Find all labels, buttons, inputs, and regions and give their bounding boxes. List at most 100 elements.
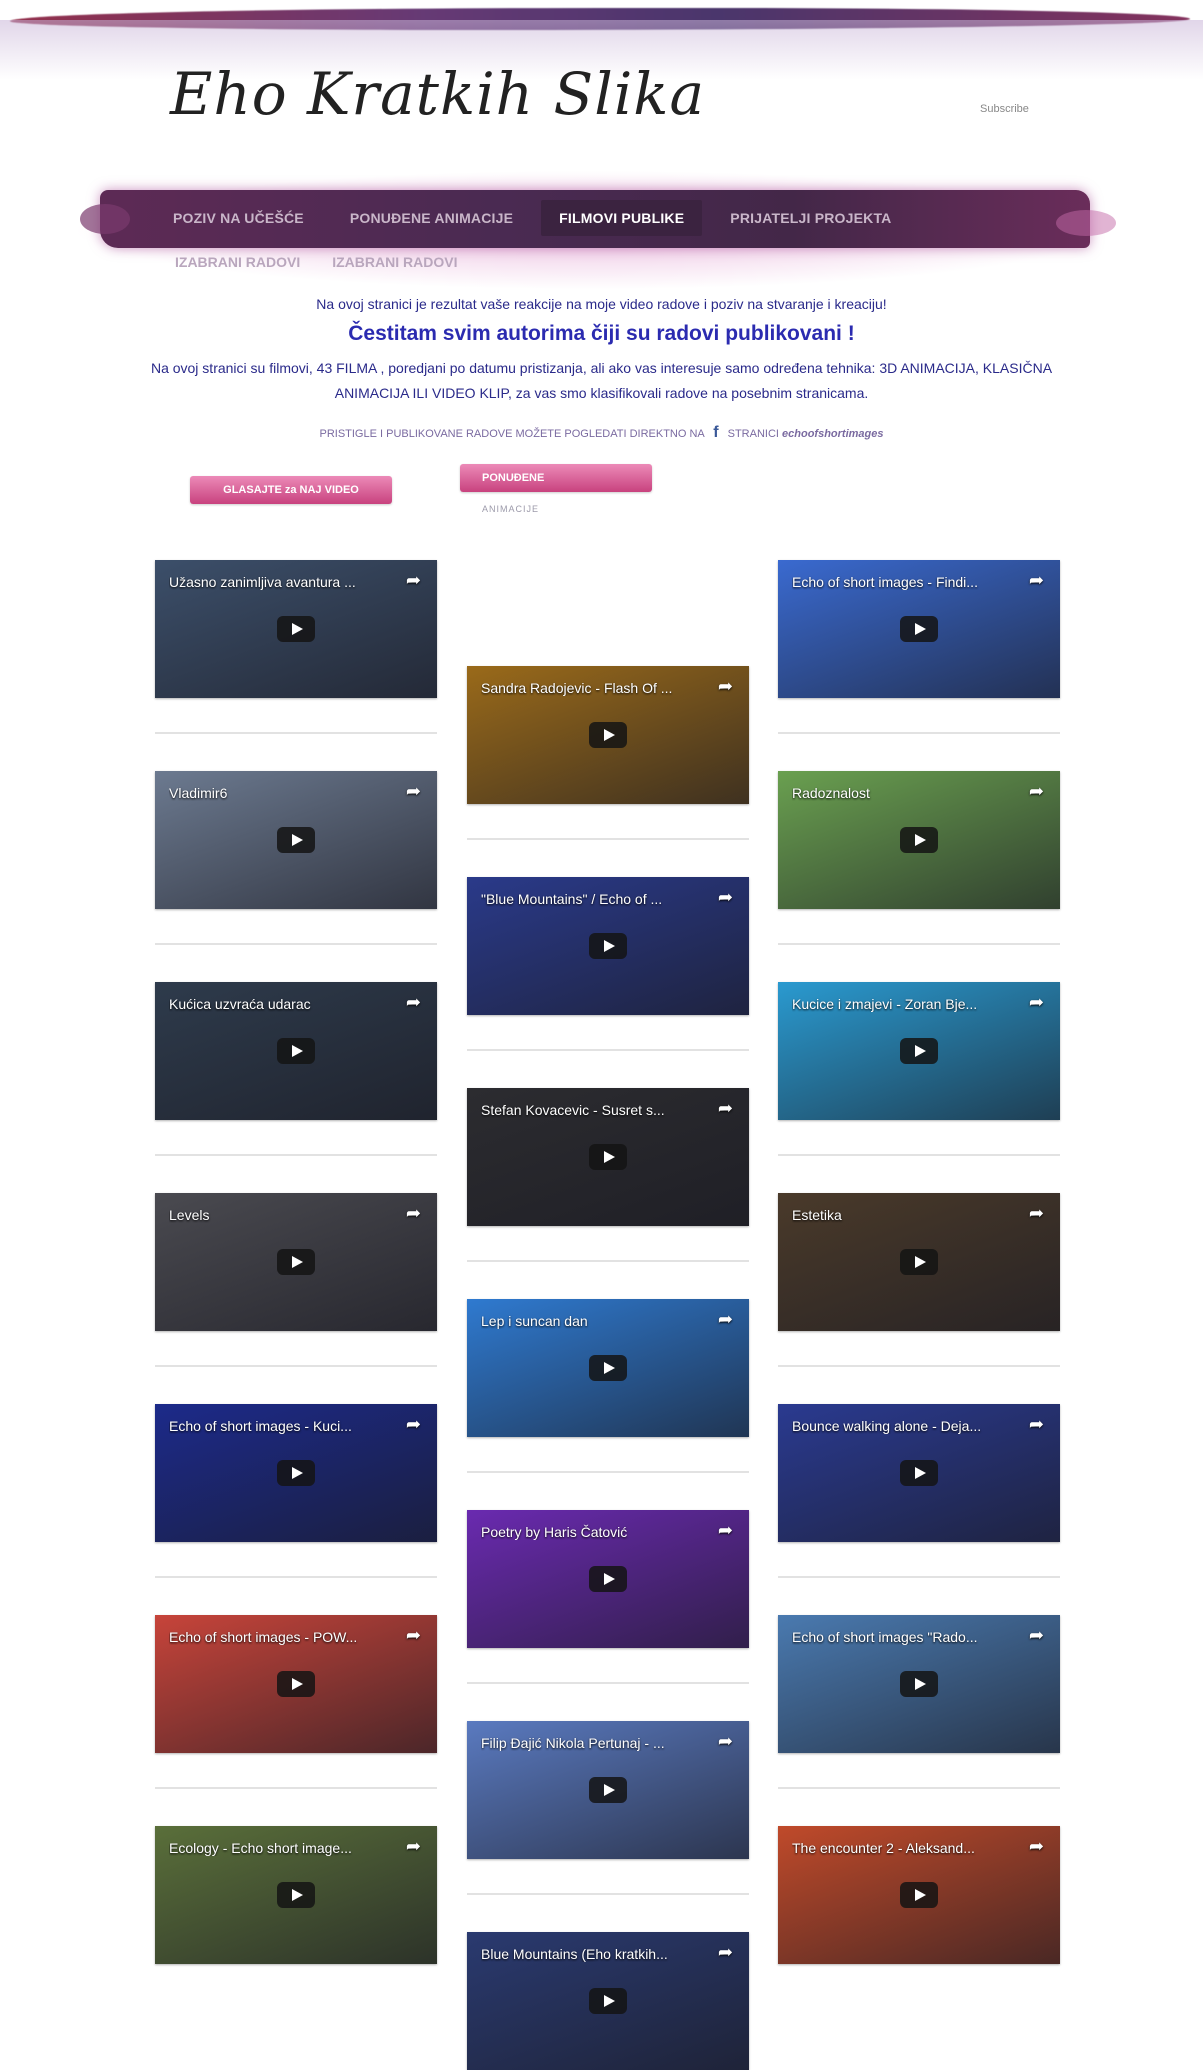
video-title[interactable]: Bounce walking alone - Deja... bbox=[792, 1418, 1010, 1434]
video-title[interactable]: Echo of short images - POW... bbox=[169, 1629, 387, 1645]
video-card[interactable]: Levels ➦ bbox=[155, 1193, 437, 1331]
subscribe-link[interactable]: Subscribe bbox=[980, 103, 1029, 115]
nav-item-call-for-participation[interactable]: POZIV NA UČEŠĆE bbox=[155, 200, 322, 236]
video-card[interactable]: Ecology - Echo short image... ➦ bbox=[155, 1826, 437, 1964]
video-title[interactable]: Poetry by Haris Čatović bbox=[481, 1524, 699, 1540]
play-icon[interactable] bbox=[277, 1882, 315, 1908]
card-divider bbox=[778, 732, 1060, 734]
play-icon[interactable] bbox=[589, 1777, 627, 1803]
video-title[interactable]: Užasno zanimljiva avantura ... bbox=[169, 574, 387, 590]
share-icon[interactable]: ➦ bbox=[718, 1098, 733, 1119]
play-icon[interactable] bbox=[900, 1249, 938, 1275]
share-icon[interactable]: ➦ bbox=[718, 1309, 733, 1330]
facebook-icon[interactable]: f bbox=[707, 424, 724, 441]
nav-item-offered-animations[interactable]: PONUĐENE ANIMACIJE bbox=[332, 200, 531, 236]
video-title[interactable]: Ecology - Echo short image... bbox=[169, 1840, 387, 1856]
video-title[interactable]: Kucice i zmajevi - Zoran Bje... bbox=[792, 996, 1010, 1012]
play-icon[interactable] bbox=[589, 722, 627, 748]
video-title[interactable]: Vladimir6 bbox=[169, 785, 387, 801]
video-title[interactable]: Stefan Kovacevic - Susret s... bbox=[481, 1102, 699, 1118]
play-icon[interactable] bbox=[589, 1988, 627, 2014]
share-icon[interactable]: ➦ bbox=[1029, 1414, 1044, 1435]
video-card[interactable]: Stefan Kovacevic - Susret s... ➦ bbox=[467, 1088, 749, 1226]
site-title[interactable]: Eho Kratkih Slika bbox=[170, 60, 705, 128]
play-icon[interactable] bbox=[589, 933, 627, 959]
video-title[interactable]: Estetika bbox=[792, 1207, 1010, 1223]
video-card[interactable]: Sandra Radojevic - Flash Of ... ➦ bbox=[467, 666, 749, 804]
vote-best-video-button[interactable]: GLASAJTE za NAJ VIDEO bbox=[190, 476, 392, 504]
video-title[interactable]: Echo of short images - Findi... bbox=[792, 574, 1010, 590]
play-icon[interactable] bbox=[589, 1144, 627, 1170]
video-title[interactable]: Echo of short images - Kuci... bbox=[169, 1418, 387, 1434]
video-card[interactable]: The encounter 2 - Aleksand... ➦ bbox=[778, 1826, 1060, 1964]
share-icon[interactable]: ➦ bbox=[406, 570, 421, 591]
share-icon[interactable]: ➦ bbox=[718, 887, 733, 908]
video-card[interactable]: Vladimir6 ➦ bbox=[155, 771, 437, 909]
play-icon[interactable] bbox=[277, 1671, 315, 1697]
share-icon[interactable]: ➦ bbox=[1029, 992, 1044, 1013]
play-icon[interactable] bbox=[589, 1566, 627, 1592]
share-icon[interactable]: ➦ bbox=[406, 1414, 421, 1435]
share-icon[interactable]: ➦ bbox=[406, 1836, 421, 1857]
share-icon[interactable]: ➦ bbox=[718, 676, 733, 697]
video-card[interactable]: Kućica uzvraća udarac ➦ bbox=[155, 982, 437, 1120]
video-card[interactable]: Blue Mountains (Eho kratkih... ➦ bbox=[467, 1932, 749, 2070]
video-card[interactable]: Filip Đajić Nikola Pertunaj - ... ➦ bbox=[467, 1721, 749, 1859]
video-title[interactable]: Filip Đajić Nikola Pertunaj - ... bbox=[481, 1735, 699, 1751]
share-icon[interactable]: ➦ bbox=[1029, 1836, 1044, 1857]
video-card[interactable]: Echo of short images - Kuci... ➦ bbox=[155, 1404, 437, 1542]
video-card[interactable]: Radoznalost ➦ bbox=[778, 771, 1060, 909]
card-divider bbox=[467, 1471, 749, 1473]
video-card[interactable]: Lep i suncan dan ➦ bbox=[467, 1299, 749, 1437]
share-icon[interactable]: ➦ bbox=[406, 781, 421, 802]
offered-animations-button[interactable]: PONUĐENE bbox=[460, 464, 652, 492]
video-card[interactable]: "Blue Mountains" / Echo of ... ➦ bbox=[467, 877, 749, 1015]
video-title[interactable]: Radoznalost bbox=[792, 785, 1010, 801]
card-divider bbox=[778, 1365, 1060, 1367]
share-icon[interactable]: ➦ bbox=[406, 1625, 421, 1646]
share-icon[interactable]: ➦ bbox=[718, 1731, 733, 1752]
video-title[interactable]: Kućica uzvraća udarac bbox=[169, 996, 387, 1012]
share-icon[interactable]: ➦ bbox=[1029, 1625, 1044, 1646]
share-icon[interactable]: ➦ bbox=[406, 992, 421, 1013]
share-icon[interactable]: ➦ bbox=[406, 1203, 421, 1224]
video-card[interactable]: Echo of short images "Rado... ➦ bbox=[778, 1615, 1060, 1753]
play-icon[interactable] bbox=[277, 827, 315, 853]
play-icon[interactable] bbox=[900, 1460, 938, 1486]
play-icon[interactable] bbox=[900, 1671, 938, 1697]
play-icon[interactable] bbox=[277, 616, 315, 642]
card-divider bbox=[778, 1576, 1060, 1578]
video-title[interactable]: Echo of short images "Rado... bbox=[792, 1629, 1010, 1645]
video-card[interactable]: Poetry by Haris Čatović ➦ bbox=[467, 1510, 749, 1648]
facebook-page-link[interactable]: echoofshortimages bbox=[782, 428, 883, 440]
card-divider bbox=[467, 1049, 749, 1051]
play-icon[interactable] bbox=[900, 827, 938, 853]
video-title[interactable]: The encounter 2 - Aleksand... bbox=[792, 1840, 1010, 1856]
video-card[interactable]: Kucice i zmajevi - Zoran Bje... ➦ bbox=[778, 982, 1060, 1120]
nav-item-audience-films[interactable]: FILMOVI PUBLIKE bbox=[541, 200, 703, 236]
play-icon[interactable] bbox=[900, 616, 938, 642]
play-icon[interactable] bbox=[900, 1038, 938, 1064]
share-icon[interactable]: ➦ bbox=[1029, 570, 1044, 591]
play-icon[interactable] bbox=[277, 1038, 315, 1064]
play-icon[interactable] bbox=[900, 1882, 938, 1908]
nav-item-project-friends[interactable]: PRIJATELJI PROJEKTA bbox=[712, 200, 909, 236]
video-title[interactable]: "Blue Mountains" / Echo of ... bbox=[481, 891, 699, 907]
video-card[interactable]: Echo of short images - POW... ➦ bbox=[155, 1615, 437, 1753]
subnav-item-selected-works-1[interactable]: IZABRANI RADOVI bbox=[175, 254, 300, 270]
share-icon[interactable]: ➦ bbox=[1029, 1203, 1044, 1224]
play-icon[interactable] bbox=[277, 1249, 315, 1275]
video-card[interactable]: Estetika ➦ bbox=[778, 1193, 1060, 1331]
video-card[interactable]: Užasno zanimljiva avantura ... ➦ bbox=[155, 560, 437, 698]
video-title[interactable]: Lep i suncan dan bbox=[481, 1313, 699, 1329]
video-card[interactable]: Echo of short images - Findi... ➦ bbox=[778, 560, 1060, 698]
share-icon[interactable]: ➦ bbox=[718, 1520, 733, 1541]
video-title[interactable]: Sandra Radojevic - Flash Of ... bbox=[481, 680, 699, 696]
share-icon[interactable]: ➦ bbox=[1029, 781, 1044, 802]
video-title[interactable]: Levels bbox=[169, 1207, 387, 1223]
video-card[interactable]: Bounce walking alone - Deja... ➦ bbox=[778, 1404, 1060, 1542]
play-icon[interactable] bbox=[277, 1460, 315, 1486]
card-divider bbox=[155, 943, 437, 945]
play-icon[interactable] bbox=[589, 1355, 627, 1381]
subnav-item-selected-works-2[interactable]: IZABRANI RADOVI bbox=[332, 254, 457, 270]
